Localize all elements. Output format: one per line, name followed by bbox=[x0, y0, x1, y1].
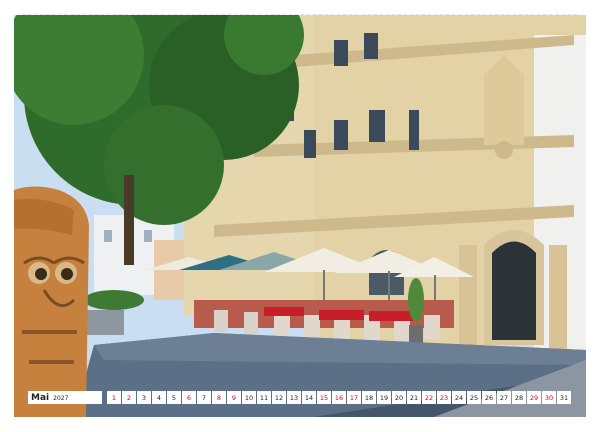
day-cell: 28 bbox=[512, 391, 526, 404]
day-cell: 30 bbox=[542, 391, 556, 404]
day-cell: 6 bbox=[182, 391, 196, 404]
day-cell: 20 bbox=[392, 391, 406, 404]
day-cell: 9 bbox=[227, 391, 241, 404]
month-name: Mai bbox=[31, 392, 50, 403]
day-cell: 11 bbox=[257, 391, 271, 404]
day-cell: 24 bbox=[452, 391, 466, 404]
day-cell: 17 bbox=[347, 391, 361, 404]
day-cell: 18 bbox=[362, 391, 376, 404]
day-cell: 22 bbox=[422, 391, 436, 404]
day-cells: 1 2 3 4 5 6 7 8 9 10 11 12 13 14 15 16 17 18 19 20 21 22 23 24 2… bbox=[107, 391, 571, 404]
day-cell: 7 bbox=[197, 391, 211, 404]
day-cell: 2 bbox=[122, 391, 136, 404]
day-cell: 19 bbox=[377, 391, 391, 404]
day-cell: 13 bbox=[287, 391, 301, 404]
day-cell: 10 bbox=[242, 391, 256, 404]
day-cell: 25 bbox=[467, 391, 481, 404]
day-cell: 23 bbox=[437, 391, 451, 404]
calendar-date-strip: Mai 2027 1 2 3 4 5 6 7 8 9 10 11 12 13 14 15 16 17 18 19 20… bbox=[28, 391, 571, 404]
day-cell: 21 bbox=[407, 391, 421, 404]
day-cell: 1 bbox=[107, 391, 121, 404]
day-cell: 15 bbox=[317, 391, 331, 404]
day-cell: 14 bbox=[302, 391, 316, 404]
day-cell: 3 bbox=[137, 391, 151, 404]
day-cell: 31 bbox=[557, 391, 571, 404]
day-cell: 26 bbox=[482, 391, 496, 404]
day-cell: 29 bbox=[527, 391, 541, 404]
calendar-photo bbox=[14, 15, 586, 417]
day-cell: 16 bbox=[332, 391, 346, 404]
day-cell: 8 bbox=[212, 391, 226, 404]
day-cell: 12 bbox=[272, 391, 286, 404]
day-cell: 27 bbox=[497, 391, 511, 404]
day-cell: 4 bbox=[152, 391, 166, 404]
day-cell: 5 bbox=[167, 391, 181, 404]
month-label-box: Mai 2027 bbox=[28, 391, 102, 404]
street-cafe-scene bbox=[14, 15, 586, 417]
year-label: 2027 bbox=[53, 395, 69, 402]
